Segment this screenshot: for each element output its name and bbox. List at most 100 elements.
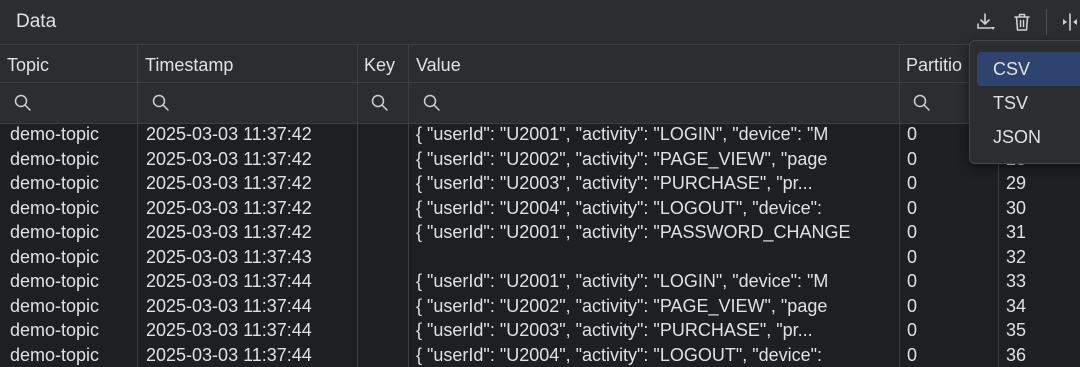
cell-value: { "userId": "U2004", "activity": "LOGOUT…	[416, 197, 823, 218]
cell-key	[360, 269, 408, 294]
cell-value: { "userId": "U2003", "activity": "PURCHA…	[416, 173, 813, 193]
filter-value[interactable]	[409, 83, 899, 123]
cell-key	[360, 245, 408, 270]
cell-value: { "userId": "U2002", "activity": "PAGE_V…	[416, 295, 828, 316]
cell-timestamp: 2025-03-03 11:37:44	[146, 271, 312, 291]
delete-button[interactable]	[1008, 8, 1036, 36]
cell-partition: 0	[907, 173, 918, 193]
table-row[interactable]: demo-topic 2025-03-03 11:37:42 { "userId":…	[0, 220, 1080, 245]
cell-value: { "userId": "U2004", "activity": "LOGOUT…	[416, 344, 823, 365]
table-row[interactable]: demo-topic 2025-03-03 11:37:44 { "userId":…	[0, 269, 1080, 294]
cell-topic: demo-topic	[10, 295, 100, 316]
table-row[interactable]: demo-topic 2025-03-03 11:37:44 { "userId":…	[0, 294, 1080, 319]
filter-key[interactable]	[357, 83, 408, 123]
download-button[interactable]	[972, 8, 1000, 36]
table-row[interactable]: demo-topic 2025-03-03 11:37:43 0 32	[0, 245, 1080, 270]
cell-topic: demo-topic	[10, 246, 100, 267]
cell-offset: 31	[1006, 222, 1027, 242]
cell-offset: 30	[1006, 197, 1027, 218]
column-header-partition[interactable]: Partitio	[899, 45, 969, 82]
cell-timestamp: 2025-03-03 11:37:42	[146, 124, 312, 144]
cell-key	[360, 124, 408, 147]
cell-value: { "userId": "U2002", "activity": "PAGE_V…	[416, 148, 828, 169]
cell-key	[360, 196, 408, 221]
panel-title: Data	[16, 11, 57, 32]
search-icon	[423, 94, 440, 111]
table-row[interactable]: demo-topic 2025-03-03 11:37:42 { "userId":…	[0, 171, 1080, 196]
data-panel: Data Topic Timestamp Key Value Partitio …	[0, 0, 1080, 367]
cell-key	[360, 294, 408, 319]
column-header-topic[interactable]: Topic	[0, 45, 137, 82]
cell-partition: 0	[907, 148, 918, 169]
cell-partition: 0	[907, 271, 918, 291]
cell-partition: 0	[907, 246, 918, 267]
column-header-key[interactable]: Key	[357, 45, 408, 82]
cell-value	[416, 245, 900, 270]
cell-topic: demo-topic	[10, 197, 100, 218]
cell-timestamp: 2025-03-03 11:37:42	[146, 222, 312, 242]
cell-partition: 0	[907, 124, 918, 144]
cell-timestamp: 2025-03-03 11:37:42	[146, 173, 312, 193]
menu-item-json[interactable]: JSON	[977, 120, 1080, 154]
table-row[interactable]: demo-topic 2025-03-03 11:37:42 { "userId":…	[0, 147, 1080, 172]
trash-icon	[1014, 13, 1030, 31]
split-view-icon	[1063, 13, 1077, 31]
cell-key	[360, 318, 408, 343]
filter-topic[interactable]	[0, 83, 137, 123]
cell-topic: demo-topic	[10, 148, 100, 169]
menu-item-tsv[interactable]: TSV	[977, 86, 1080, 120]
table-row[interactable]: demo-topic 2025-03-03 11:37:42 { "userId":…	[0, 196, 1080, 221]
column-header-timestamp[interactable]: Timestamp	[138, 45, 356, 82]
cell-value: { "userId": "U2001", "activity": "LOGIN"…	[416, 124, 829, 144]
cell-topic: demo-topic	[10, 344, 100, 365]
cell-partition: 0	[907, 197, 918, 218]
filter-partition[interactable]	[899, 83, 969, 123]
cell-key	[360, 343, 408, 367]
cell-partition: 0	[907, 344, 918, 365]
column-header-value[interactable]: Value	[409, 45, 899, 82]
cell-value: { "userId": "U2001", "activity": "LOGIN"…	[416, 271, 829, 291]
table-body: demo-topic 2025-03-03 11:37:42 { "userId":…	[0, 124, 1080, 367]
cell-timestamp: 2025-03-03 11:37:43	[146, 246, 312, 267]
cell-timestamp: 2025-03-03 11:37:44	[146, 295, 312, 316]
cell-topic: demo-topic	[10, 124, 100, 144]
cell-offset: 35	[1006, 320, 1027, 340]
menu-item-csv[interactable]: CSV	[977, 52, 1080, 86]
cell-timestamp: 2025-03-03 11:37:44	[146, 320, 312, 340]
cell-partition: 0	[907, 295, 918, 316]
export-format-menu: CSV TSV JSON	[969, 40, 1080, 164]
toolbar-divider	[1046, 9, 1047, 35]
cell-offset: 32	[1006, 246, 1027, 267]
filter-timestamp[interactable]	[138, 83, 356, 123]
table-row[interactable]: demo-topic 2025-03-03 11:37:44 { "userId":…	[0, 343, 1080, 367]
table-row[interactable]: demo-topic 2025-03-03 11:37:42 { "userId":…	[0, 124, 1080, 147]
cell-timestamp: 2025-03-03 11:37:42	[146, 197, 312, 218]
search-icon	[913, 94, 930, 111]
messages-table: Topic Timestamp Key Value Partitio demo-…	[0, 45, 1080, 367]
cell-offset: 34	[1006, 295, 1027, 316]
cell-key	[360, 220, 408, 245]
table-row[interactable]: demo-topic 2025-03-03 11:37:44 { "userId":…	[0, 318, 1080, 343]
cell-partition: 0	[907, 222, 918, 242]
cell-offset: 36	[1006, 344, 1027, 365]
download-icon	[977, 13, 995, 30]
cell-topic: demo-topic	[10, 222, 100, 242]
cell-topic: demo-topic	[10, 271, 100, 291]
filter-row	[0, 83, 1080, 124]
search-icon	[152, 94, 169, 111]
panel-header: Data	[0, 0, 1080, 45]
cell-key	[360, 147, 408, 172]
table-header: Topic Timestamp Key Value Partitio	[0, 45, 1080, 83]
split-view-button[interactable]	[1056, 8, 1080, 36]
cell-topic: demo-topic	[10, 320, 100, 340]
cell-timestamp: 2025-03-03 11:37:42	[146, 148, 312, 169]
cell-key	[360, 171, 408, 196]
cell-offset: 29	[1006, 173, 1027, 193]
cell-timestamp: 2025-03-03 11:37:44	[146, 344, 312, 365]
cell-partition: 0	[907, 320, 918, 340]
cell-topic: demo-topic	[10, 173, 100, 193]
cell-offset: 33	[1006, 271, 1027, 291]
search-icon	[371, 94, 388, 111]
search-icon	[14, 94, 31, 111]
cell-value: { "userId": "U2001", "activity": "PASSWO…	[416, 222, 851, 242]
